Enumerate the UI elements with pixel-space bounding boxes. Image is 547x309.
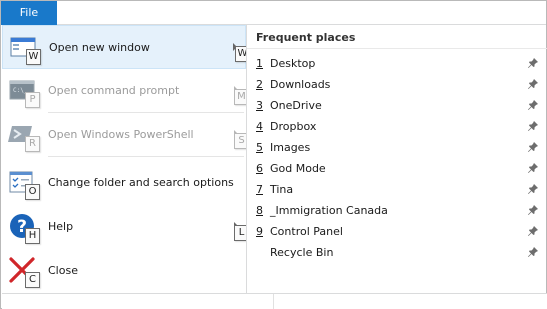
bottom-strip [2, 293, 547, 309]
menu-item-label: Open Windows PowerShell [48, 128, 194, 141]
pin-icon[interactable] [527, 246, 539, 258]
frequent-place-number: 6 [256, 162, 263, 175]
menu-item-label: Close [48, 264, 78, 277]
frequent-place-name: Tina [270, 183, 294, 196]
frequent-place-item[interactable]: 5 Images [247, 137, 547, 158]
keytip-o: O [25, 184, 40, 200]
keytip-w: W [26, 49, 41, 65]
help-item[interactable]: ? H Help L [2, 205, 249, 249]
pin-icon[interactable] [527, 78, 539, 90]
frequent-places-title: Frequent places [256, 31, 356, 44]
close-item[interactable]: C Close [2, 249, 246, 293]
keytip-c: C [25, 272, 40, 288]
open-powershell-item[interactable]: R Open Windows PowerShell S [2, 113, 249, 157]
frequent-place-name: Control Panel [270, 225, 343, 238]
keytip-r: R [25, 136, 40, 152]
frequent-place-name: Dropbox [270, 120, 317, 133]
frequent-place-number: 7 [256, 183, 263, 196]
frequent-places-pane: Frequent places 1 Desktop 2 Downloads 3 OneDr… [246, 25, 547, 293]
frequent-place-name: Recycle Bin [270, 246, 334, 259]
frequent-place-number: 5 [256, 141, 263, 154]
frequent-place-name: Downloads [270, 78, 331, 91]
frequent-place-name: Desktop [270, 57, 316, 70]
open-new-window-item[interactable]: W Open new window W [2, 25, 250, 69]
frequent-place-item[interactable]: 6 God Mode [247, 158, 547, 179]
ribbon-tab-bar: File [1, 1, 546, 25]
frequent-place-item[interactable]: 3 OneDrive [247, 95, 547, 116]
frequent-place-item[interactable]: 2 Downloads [247, 74, 547, 95]
frequent-place-item[interactable]: 7 Tina [247, 179, 547, 200]
frequent-place-name: Images [270, 141, 311, 154]
menu-item-label: Change folder and search options [48, 176, 234, 189]
change-folder-options-item[interactable]: O Change folder and search options [2, 161, 246, 205]
frequent-place-item[interactable]: Recycle Bin [247, 242, 547, 263]
pin-icon[interactable] [527, 183, 539, 195]
frequent-place-item[interactable]: 1 Desktop [247, 53, 547, 74]
frequent-place-item[interactable]: 9 Control Panel [247, 221, 547, 242]
file-explorer-window: File W Open new window W C:\_ P Open com… [0, 0, 547, 309]
pin-icon[interactable] [527, 141, 539, 153]
menu-item-label: Open new window [49, 41, 150, 54]
frequent-places-divider [247, 48, 547, 49]
frequent-place-number: 1 [256, 57, 263, 70]
pin-icon[interactable] [527, 225, 539, 237]
frequent-place-number: 3 [256, 99, 263, 112]
frequent-place-item[interactable]: 8 _Immigration Canada [247, 200, 547, 221]
file-menu: W Open new window W C:\_ P Open command … [2, 25, 250, 293]
pin-icon[interactable] [527, 99, 539, 111]
open-command-prompt-item[interactable]: C:\_ P Open command prompt M [2, 69, 249, 113]
pin-icon[interactable] [527, 204, 539, 216]
frequent-place-number: 4 [256, 120, 263, 133]
menu-separator [48, 156, 244, 157]
frequent-place-number: 9 [256, 225, 263, 238]
frequent-place-number: 2 [256, 78, 263, 91]
keytip-h: H [25, 228, 40, 244]
menu-item-label: Open command prompt [48, 84, 180, 97]
frequent-place-name: God Mode [270, 162, 326, 175]
pin-icon[interactable] [527, 57, 539, 69]
file-tab[interactable]: File [1, 1, 57, 25]
frequent-place-name: OneDrive [270, 99, 322, 112]
frequent-place-number: 8 [256, 204, 263, 217]
pin-icon[interactable] [527, 162, 539, 174]
pin-icon[interactable] [527, 120, 539, 132]
menu-item-label: Help [48, 220, 74, 233]
bottom-divider [273, 294, 274, 309]
frequent-place-item[interactable]: 4 Dropbox [247, 116, 547, 137]
keytip-p: P [25, 92, 40, 108]
frequent-place-name: _Immigration Canada [270, 204, 388, 217]
